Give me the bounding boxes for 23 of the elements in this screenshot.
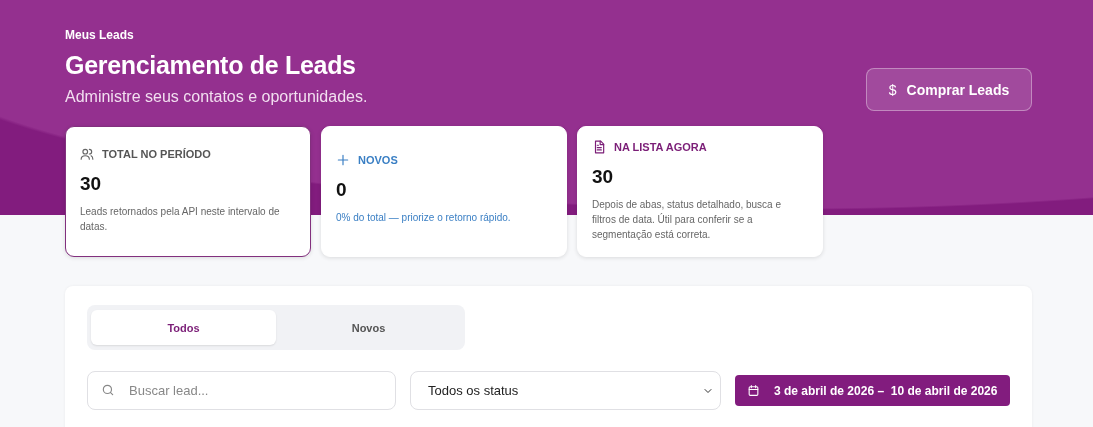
card-description: Depois de abas, status detalhado, busca e filtros de data. Útil para conferir se a segmentação está correta. xyxy=(592,198,783,242)
page-title: Gerenciamento de Leads xyxy=(65,51,357,80)
card-description: 0% do total — priorize o retorno rápido. xyxy=(336,211,512,225)
tab[interactable]: Todos xyxy=(91,310,276,345)
card-value: 0 xyxy=(336,179,348,201)
date-range-button[interactable]: 3 de abril de 2026 – 10 de abril de 2026 xyxy=(735,375,1010,406)
card-description: Leads retornados pela API neste intervalo de datas. xyxy=(80,205,281,234)
card-label: NA LISTA AGORA xyxy=(614,141,707,153)
search-field[interactable]: Buscar lead... xyxy=(87,371,396,410)
buy-leads-button[interactable]: $ Comprar Leads xyxy=(866,68,1032,111)
users-icon xyxy=(80,147,94,161)
status-dropdown[interactable]: Todos os status xyxy=(410,371,721,410)
document-icon xyxy=(592,140,606,154)
breadcrumb: Meus Leads xyxy=(65,28,135,42)
page-subtitle: Administre seus contatos e oportunidades. xyxy=(65,88,368,106)
search-icon xyxy=(101,383,115,397)
card-label: NOVOS xyxy=(358,154,398,166)
plus-icon xyxy=(336,153,350,167)
card-value: 30 xyxy=(592,166,615,188)
card-value: 30 xyxy=(80,173,103,195)
card-label: TOTAL NO PERÍODO xyxy=(102,148,211,160)
calendar-icon xyxy=(747,384,760,397)
tab[interactable]: Novos xyxy=(276,310,461,345)
